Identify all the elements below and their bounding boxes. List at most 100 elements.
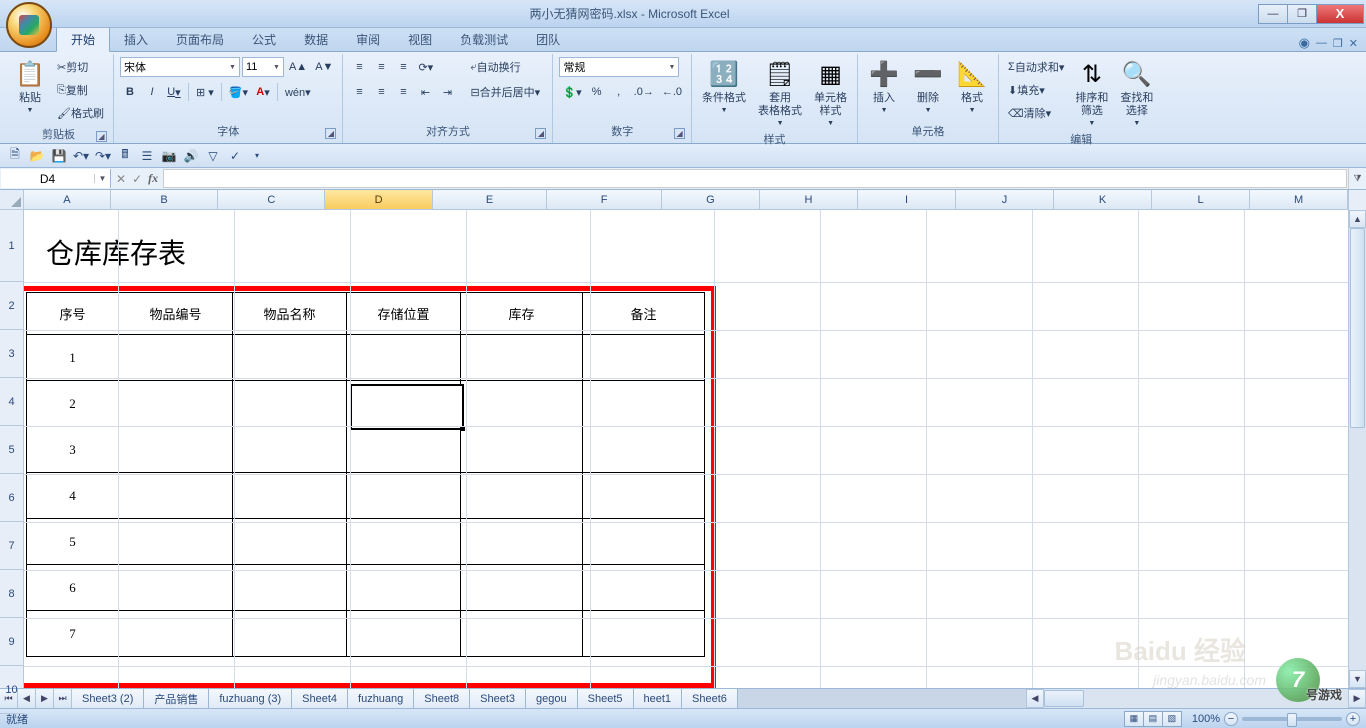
border-button[interactable]: ⊞ ▾: [193, 82, 217, 102]
font-color-button[interactable]: A▾: [253, 82, 273, 102]
decrease-decimal-button[interactable]: ←.0: [659, 82, 685, 102]
tab-team[interactable]: 团队: [522, 27, 574, 51]
copy-button[interactable]: ⎘ 复制: [54, 80, 91, 100]
wrap-text-button[interactable]: ⤶ 自动换行: [467, 57, 523, 77]
qat-redo-icon[interactable]: ↷▾: [94, 147, 112, 165]
sheet-tab[interactable]: fuzhuang: [348, 689, 414, 708]
table-cell[interactable]: 2: [27, 381, 119, 427]
formula-input[interactable]: [163, 169, 1347, 188]
insert-cells-button[interactable]: ➕插入▼: [864, 56, 904, 116]
tab-view[interactable]: 视图: [394, 27, 446, 51]
table-cell[interactable]: [233, 335, 347, 381]
minimize-button[interactable]: —: [1258, 4, 1288, 24]
inner-restore-button[interactable]: ❐: [1333, 37, 1343, 50]
table-cell[interactable]: [347, 565, 461, 611]
expand-formula-bar-icon[interactable]: ⧩: [1348, 168, 1366, 189]
bold-button[interactable]: B: [120, 82, 140, 102]
cell-styles-button[interactable]: ▦单元格 样式▼: [810, 56, 851, 129]
col-header-K[interactable]: K: [1054, 190, 1152, 209]
inner-close-button[interactable]: ✕: [1349, 37, 1358, 50]
table-cell[interactable]: [461, 565, 583, 611]
table-cell[interactable]: [119, 381, 233, 427]
format-as-table-button[interactable]: 🗒套用 表格格式▼: [754, 56, 806, 129]
hscroll-thumb[interactable]: [1044, 690, 1084, 707]
tab-insert[interactable]: 插入: [110, 27, 162, 51]
table-cell[interactable]: [461, 473, 583, 519]
table-cell[interactable]: [583, 335, 705, 381]
table-cell[interactable]: [347, 519, 461, 565]
tab-formulas[interactable]: 公式: [238, 27, 290, 51]
tab-review[interactable]: 审阅: [342, 27, 394, 51]
office-button[interactable]: [6, 2, 52, 48]
row-header-10[interactable]: 10: [0, 666, 23, 714]
phonetic-button[interactable]: wén▾: [282, 82, 314, 102]
hscroll-right-icon[interactable]: ▶: [1348, 689, 1366, 708]
qat-open-icon[interactable]: 📂: [28, 147, 46, 165]
table-cell[interactable]: [119, 473, 233, 519]
qat-save-icon[interactable]: 💾: [50, 147, 68, 165]
zoom-level[interactable]: 100%: [1192, 713, 1220, 725]
sheet-tab[interactable]: fuzhuang (3): [209, 689, 292, 708]
qat-speak-icon[interactable]: 🔊: [182, 147, 200, 165]
table-cell[interactable]: [583, 519, 705, 565]
row-header-6[interactable]: 6: [0, 474, 23, 522]
sheet-tab[interactable]: Sheet6: [682, 689, 738, 708]
align-right-button[interactable]: ≡: [393, 82, 413, 102]
cancel-edit-icon[interactable]: ✕: [116, 172, 126, 186]
sheet-tab[interactable]: Sheet3: [470, 689, 526, 708]
sheet-tab[interactable]: Sheet5: [578, 689, 634, 708]
table-cell[interactable]: [233, 427, 347, 473]
col-header-F[interactable]: F: [547, 190, 662, 209]
table-cell[interactable]: [119, 519, 233, 565]
table-cell[interactable]: [347, 427, 461, 473]
table-cell[interactable]: 6: [27, 565, 119, 611]
hscroll-left-icon[interactable]: ◀: [1026, 689, 1044, 708]
table-cell[interactable]: [119, 335, 233, 381]
col-header-J[interactable]: J: [956, 190, 1054, 209]
table-cell[interactable]: [233, 519, 347, 565]
vscroll-thumb[interactable]: [1350, 228, 1365, 428]
worksheet-grid[interactable]: 12345678910 ABCDEFGHIJKLM 仓库库存表 序号物品编号物品…: [0, 190, 1366, 688]
currency-button[interactable]: 💲▾: [559, 82, 584, 102]
confirm-edit-icon[interactable]: ✓: [132, 172, 142, 186]
shrink-font-button[interactable]: A▼: [312, 57, 336, 77]
indent-decrease-button[interactable]: ⇤: [415, 82, 435, 102]
view-pagebreak-icon[interactable]: ▧: [1162, 711, 1182, 727]
sheet-tab[interactable]: gegou: [526, 689, 578, 708]
sheet-last-icon[interactable]: ⏭: [54, 689, 72, 708]
number-dialog-launcher[interactable]: ◢: [674, 128, 685, 139]
sheet-next-icon[interactable]: ▶: [36, 689, 54, 708]
font-name-combo[interactable]: 宋体▼: [120, 57, 240, 77]
number-format-combo[interactable]: 常规▼: [559, 57, 679, 77]
qat-undo-icon[interactable]: ↶▾: [72, 147, 90, 165]
align-left-button[interactable]: ≡: [349, 82, 369, 102]
help-icon[interactable]: ◉: [1299, 35, 1310, 51]
insert-function-icon[interactable]: fx: [148, 171, 158, 186]
zoom-out-button[interactable]: −: [1224, 712, 1238, 726]
table-cell[interactable]: [233, 565, 347, 611]
row-header-4[interactable]: 4: [0, 378, 23, 426]
table-cell[interactable]: 3: [27, 427, 119, 473]
scroll-down-icon[interactable]: ▼: [1349, 670, 1366, 688]
paste-button[interactable]: 📋 粘贴 ▼: [10, 56, 50, 116]
select-all-button[interactable]: [0, 190, 23, 210]
col-header-C[interactable]: C: [218, 190, 325, 209]
column-headers[interactable]: ABCDEFGHIJKLM: [24, 190, 1348, 210]
sheet-tab[interactable]: heet1: [634, 689, 683, 708]
table-cell[interactable]: [347, 381, 461, 427]
qat-calc-icon[interactable]: 🖩: [116, 147, 134, 165]
align-bottom-button[interactable]: ≡: [393, 57, 413, 77]
row-header-2[interactable]: 2: [0, 282, 23, 330]
table-cell[interactable]: [347, 473, 461, 519]
row-header-5[interactable]: 5: [0, 426, 23, 474]
maximize-button[interactable]: ❐: [1287, 4, 1317, 24]
row-header-8[interactable]: 8: [0, 570, 23, 618]
table-cell[interactable]: [119, 565, 233, 611]
qat-more-icon[interactable]: ▾: [248, 147, 266, 165]
fill-color-button[interactable]: 🪣▾: [226, 82, 251, 102]
sheet-tab[interactable]: 产品销售: [144, 689, 209, 708]
inner-min-button[interactable]: —: [1316, 37, 1327, 49]
qat-form-icon[interactable]: ☰: [138, 147, 156, 165]
row-header-9[interactable]: 9: [0, 618, 23, 666]
align-dialog-launcher[interactable]: ◢: [535, 128, 546, 139]
